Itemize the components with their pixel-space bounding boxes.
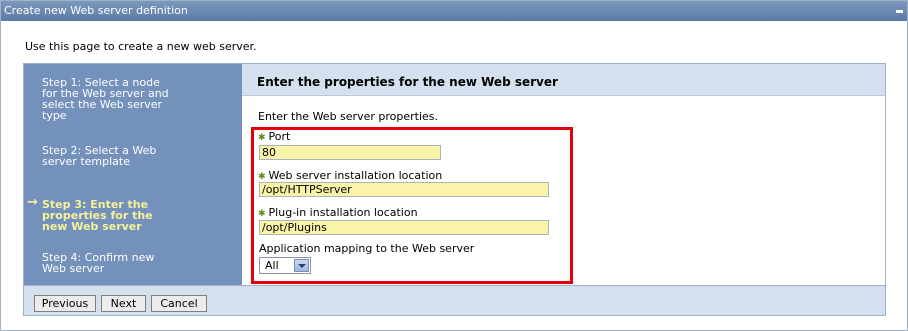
next-button[interactable]: Next [101, 295, 146, 312]
cancel-button[interactable]: Cancel [151, 295, 207, 312]
wizard-panel: Step 1: Select a node for the Web server… [23, 63, 886, 286]
form-title: Enter the properties for the new Web ser… [257, 75, 558, 89]
intro-text: Use this page to create a new web server… [25, 40, 257, 53]
app-mapping-label: Application mapping to the Web server [259, 242, 475, 255]
plugin-location-label: ✱ Plug-in installation location [258, 206, 418, 219]
app-mapping-value: All [265, 259, 279, 272]
arrow-right-icon: → [27, 195, 38, 210]
button-bar: Previous Next Cancel [23, 286, 886, 316]
wizard-window: Create new Web server definition Use thi… [0, 0, 908, 331]
window-titlebar: Create new Web server definition [1, 1, 907, 21]
step-list: Step 1: Select a node for the Web server… [24, 64, 242, 285]
form-panel: Enter the properties for the new Web ser… [242, 64, 885, 285]
asterisk-icon: ✱ [258, 133, 266, 143]
step-2[interactable]: Step 2: Select a Web server template [42, 145, 174, 167]
step-4[interactable]: Step 4: Confirm new Web server [42, 252, 174, 274]
previous-button[interactable]: Previous [34, 295, 96, 312]
minimize-icon[interactable] [896, 10, 903, 13]
step-3-current: Step 3: Enter the properties for the new… [42, 198, 153, 233]
chevron-down-icon[interactable] [294, 259, 309, 272]
step-1[interactable]: Step 1: Select a node for the Web server… [42, 77, 174, 121]
asterisk-icon: ✱ [258, 172, 266, 182]
window-title: Create new Web server definition [4, 4, 188, 17]
form-header: Enter the properties for the new Web ser… [242, 64, 885, 96]
port-label: ✱ Port [258, 130, 291, 143]
install-location-input[interactable] [259, 182, 549, 197]
asterisk-icon: ✱ [258, 209, 266, 219]
install-location-label: ✱ Web server installation location [258, 169, 443, 182]
plugin-location-input[interactable] [259, 220, 549, 235]
app-mapping-select[interactable]: All [259, 257, 311, 274]
form-subtitle: Enter the Web server properties. [258, 110, 438, 123]
port-input[interactable] [259, 145, 441, 160]
